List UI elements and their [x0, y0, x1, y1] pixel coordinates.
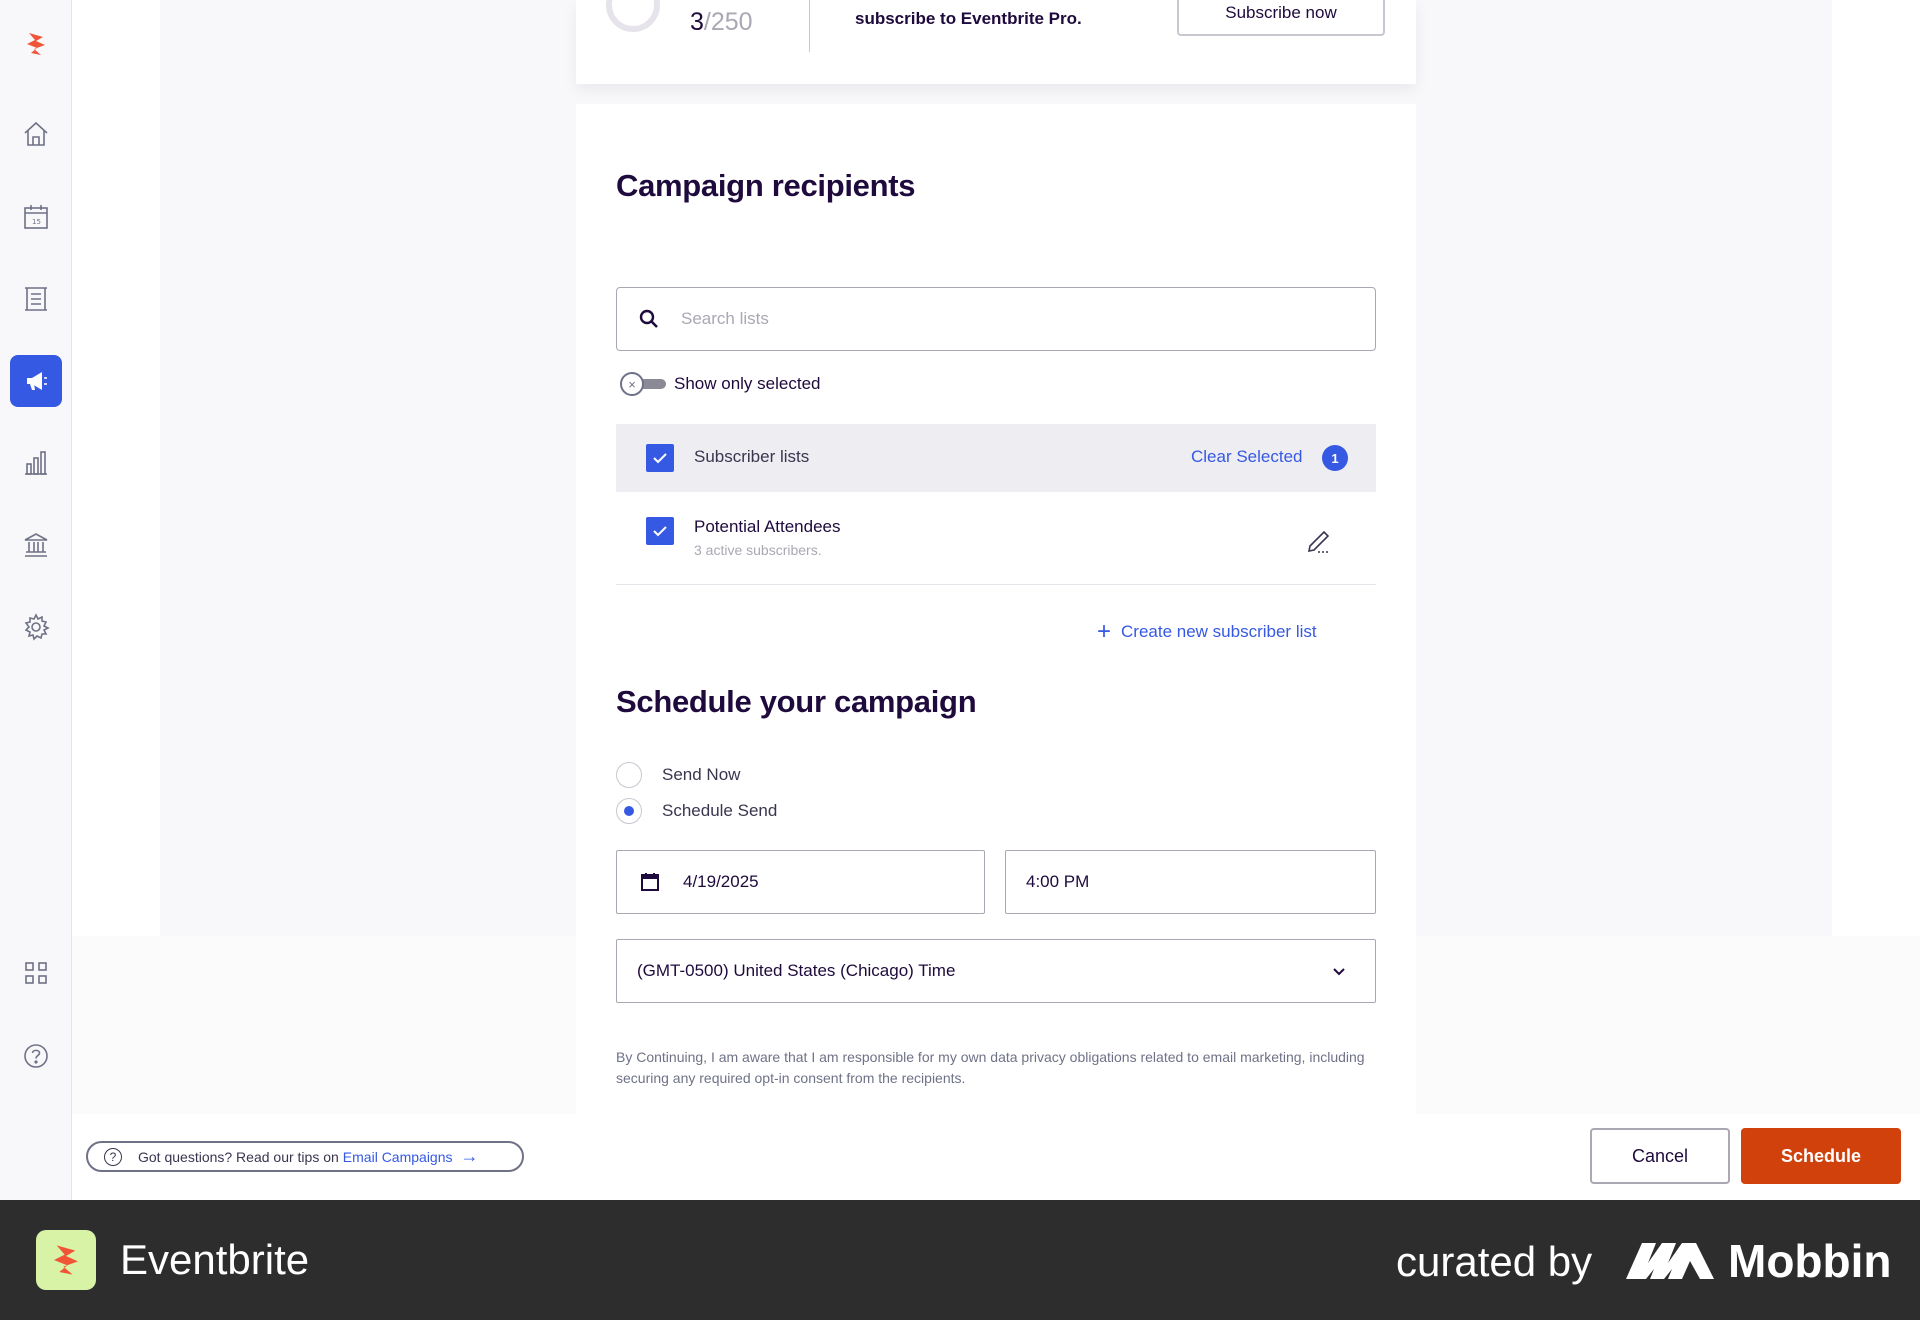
check-icon [653, 453, 667, 464]
pencil-edit-icon[interactable] [1304, 524, 1334, 554]
list-item-checkbox[interactable] [646, 517, 674, 545]
timezone-value: (GMT-0500) United States (Chicago) Time [637, 961, 956, 980]
campaign-settings-card: Campaign recipients × Show only selected… [576, 104, 1416, 1114]
header-label: Subscriber lists [694, 447, 810, 466]
footer-brand: Eventbrite [120, 1236, 310, 1283]
curated-by-text: curated by [1396, 1238, 1593, 1285]
orders-icon[interactable] [10, 273, 62, 325]
limit-max: /250 [703, 8, 753, 36]
schedule-send-label: Schedule Send [662, 801, 778, 820]
cancel-button[interactable]: Cancel [1590, 1128, 1730, 1184]
select-all-checkbox[interactable] [646, 444, 674, 472]
time-value: 4:00 PM [1026, 872, 1090, 891]
search-input[interactable] [681, 309, 1375, 329]
footer: Eventbrite curated by Mobbin [0, 1200, 1920, 1320]
sidebar: 15 [0, 0, 72, 1200]
list-item-subscribers: 3 active subscribers. [694, 542, 822, 558]
question-icon: ? [104, 1147, 122, 1166]
check-icon [653, 526, 667, 537]
mobbin-wordmark: Mobbin [1728, 1235, 1892, 1287]
help-text: Got questions? Read our tips on [138, 1148, 339, 1165]
date-input[interactable]: 4/19/2025 [616, 850, 985, 914]
mobbin-logo: Mobbin [1626, 1234, 1892, 1288]
bank-icon[interactable] [10, 519, 62, 571]
email-campaigns-link[interactable]: Email Campaigns [343, 1149, 453, 1165]
search-icon [639, 309, 658, 328]
send-now-option[interactable]: Send Now [616, 762, 740, 788]
arrow-right-icon: → [460, 1146, 479, 1166]
toggle-label: Show only selected [674, 374, 821, 393]
eventbrite-app-icon [36, 1230, 96, 1290]
clear-selected-link[interactable]: Clear Selected [1191, 447, 1303, 467]
home-icon[interactable] [10, 108, 62, 160]
create-list-label: Create new subscriber list [1121, 622, 1317, 641]
calendar-icon[interactable]: 15 [10, 191, 62, 243]
bar-chart-icon[interactable] [10, 437, 62, 489]
help-tips-pill[interactable]: ? Got questions? Read our tips on Email … [86, 1141, 524, 1172]
svg-text:15: 15 [32, 218, 41, 226]
divider [809, 0, 810, 52]
show-selected-toggle[interactable]: × [620, 372, 668, 396]
list-item[interactable]: Potential Attendees 3 active subscribers… [616, 492, 1376, 585]
limit-count: 3/250 [690, 8, 753, 37]
selected-count-badge: 1 [1322, 445, 1348, 471]
schedule-title: Schedule your campaign [616, 684, 977, 719]
calendar-icon [641, 873, 659, 891]
schedule-send-radio[interactable] [616, 798, 642, 824]
privacy-disclaimer: By Continuing, I am aware that I am resp… [616, 1049, 1365, 1086]
schedule-button[interactable]: Schedule [1741, 1128, 1901, 1184]
subscribe-now-button[interactable]: Subscribe now [1177, 0, 1385, 36]
search-field[interactable] [616, 287, 1376, 351]
megaphone-icon[interactable] [10, 355, 62, 407]
schedule-send-option[interactable]: Schedule Send [616, 798, 777, 824]
eventbrite-logo-icon[interactable] [10, 18, 62, 70]
list-item-name: Potential Attendees [694, 517, 841, 536]
email-limit-card: 3/250 subscribe to Eventbrite Pro. Subsc… [576, 0, 1416, 84]
help-icon[interactable] [10, 1030, 62, 1082]
apps-grid-icon[interactable] [10, 947, 62, 999]
send-now-label: Send Now [662, 765, 741, 784]
gear-icon[interactable] [10, 601, 62, 653]
recipients-title: Campaign recipients [616, 168, 916, 203]
toggle-off-icon: × [620, 372, 644, 396]
show-selected-toggle-row: × Show only selected [620, 372, 820, 396]
send-now-radio[interactable] [616, 762, 642, 788]
plus-icon: + [1097, 618, 1112, 645]
timezone-select[interactable]: (GMT-0500) United States (Chicago) Time [616, 939, 1376, 1003]
chevron-down-icon [1333, 968, 1345, 976]
radio-selected-dot [624, 806, 634, 816]
date-value: 4/19/2025 [683, 872, 759, 891]
subscriber-lists-header: Subscriber lists Clear Selected 1 [616, 424, 1376, 492]
time-input[interactable]: 4:00 PM [1005, 850, 1376, 914]
create-subscriber-list-link[interactable]: + Create new subscriber list [1097, 620, 1317, 644]
limit-progress-ring [606, 0, 660, 32]
upsell-text: subscribe to Eventbrite Pro. [855, 9, 1082, 28]
limit-used: 3 [690, 8, 704, 36]
mobbin-logo-icon [1626, 1243, 1714, 1279]
